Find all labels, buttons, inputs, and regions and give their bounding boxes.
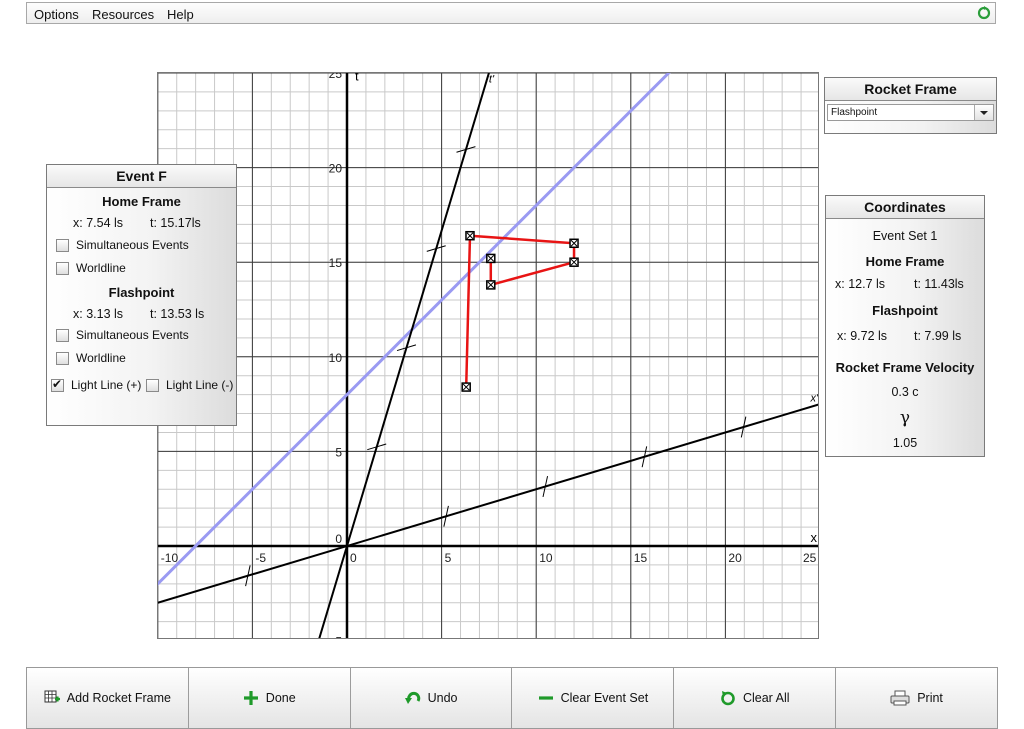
chevron-down-icon[interactable] [974,105,993,120]
t-tick-label: 15 [329,256,343,270]
t-tick-label: 0 [335,532,342,546]
x-tick-label: 25 [803,551,817,565]
done-button[interactable]: Done [188,668,351,728]
event-marker[interactable] [569,257,579,267]
x-tick-label: 10 [539,551,553,565]
x-tick-label: 15 [634,551,648,565]
checkbox-label: Light Line (+) [71,378,142,392]
home-worldline-checkbox[interactable]: Worldline [56,261,126,275]
rocket-frame-panel: Rocket Frame Flashpoint [824,77,997,134]
refresh-icon [721,691,735,706]
undo-button[interactable]: Undo [350,668,513,728]
t-tick-label: -5 [331,635,342,639]
t-tick-label: 25 [329,73,343,81]
coord-flash-x: x: 9.72 ls [837,329,888,343]
event-panel-title: Event F [47,165,236,188]
home-t-value: t: 15.17ls [150,216,201,230]
printer-icon [890,690,910,706]
coord-flash-heading: Flashpoint [872,303,938,318]
checkbox-box[interactable] [56,238,69,252]
print-button[interactable]: Print [836,668,997,728]
add-frame-icon [44,690,60,703]
event-marker[interactable] [569,238,579,249]
spacetime-diagram[interactable]: -10 -5 0 5 10 15 20 25 25 20 15 10 5 0 -5 x t x' t' [157,72,819,639]
checkbox-box[interactable] [56,328,69,342]
event-marker[interactable] [461,382,471,392]
menu-help[interactable]: Help [167,7,194,22]
light-line-minus-checkbox[interactable]: Light Line (-) [146,378,233,392]
event-set-label: Event Set 1 [872,229,938,243]
bottom-toolbar: Add Rocket Frame Done Undo Clear Event S… [26,667,998,729]
event-panel: Event F Home Frame x: 7.54 ls t: 15.17ls… [46,164,237,426]
checkbox-label: Worldline [76,261,126,275]
x-tick-label: 0 [350,551,357,565]
clear-all-button[interactable]: Clear All [674,668,837,728]
print-label: Print [917,691,943,705]
velocity-heading: Rocket Frame Velocity [835,360,975,375]
t-prime-axis-label: t' [489,73,495,85]
coord-home-x: x: 12.7 ls [835,277,886,291]
coord-flash-t: t: 7.99 ls [914,329,962,343]
undo-label: Undo [427,691,458,705]
event-marker[interactable] [486,280,496,290]
coordinates-title: Coordinates [826,196,984,219]
home-simultaneous-checkbox[interactable]: Simultaneous Events [56,238,189,252]
home-x-value: x: 7.54 ls [73,216,124,230]
clear-all-label: Clear All [742,691,790,705]
t-tick-label: 10 [329,351,343,365]
flash-t-value: t: 13.53 ls [150,307,205,321]
flashpoint-heading: Flashpoint [108,285,175,300]
x-tick-label: -5 [255,551,266,565]
x-prime-axis [158,403,818,604]
clear-event-set-label: Clear Event Set [560,691,649,705]
t-tick-label: 20 [329,162,343,176]
plus-icon [243,691,258,705]
checkbox-box[interactable] [56,261,69,275]
rocket-frame-title: Rocket Frame [825,78,996,101]
menu-bar: Options Resources Help [26,2,996,24]
undo-icon [404,691,420,704]
home-frame-heading: Home Frame [102,194,181,209]
add-rocket-frame-button[interactable]: Add Rocket Frame [27,668,189,728]
menu-resources[interactable]: Resources [92,7,154,22]
gamma-value: 1.05 [892,436,918,450]
t-axis-label: t [355,73,359,84]
checkbox-label: Light Line (-) [166,378,234,392]
velocity-value: 0.3 c [891,385,919,399]
x-tick-label: 20 [728,551,742,565]
x-prime-axis-label: x' [810,392,819,404]
minus-icon [538,696,553,700]
clear-event-set-button[interactable]: Clear Event Set [512,668,675,728]
coord-home-heading: Home Frame [865,254,945,269]
event-marker[interactable] [465,230,475,241]
x-axis-label: x [811,530,818,545]
done-label: Done [265,691,296,705]
add-rocket-frame-label: Add Rocket Frame [66,691,172,705]
checkbox-label: Worldline [76,351,126,365]
checkbox-box[interactable] [146,378,159,392]
coordinates-panel: Coordinates Event Set 1 Home Frame x: 12… [825,195,985,457]
checkbox-label: Simultaneous Events [76,238,189,252]
flash-x-value: x: 3.13 ls [73,307,124,321]
checkbox-box[interactable] [51,377,64,392]
flash-simultaneous-checkbox[interactable]: Simultaneous Events [56,328,189,342]
x-tick-label: -10 [161,551,179,565]
rocket-frame-selected: Flashpoint [831,107,878,118]
menu-options[interactable]: Options [34,7,79,22]
checkbox-box[interactable] [56,351,69,365]
event-marker[interactable] [486,253,496,264]
rocket-frame-select[interactable]: Flashpoint [827,104,994,121]
x-tick-label: 5 [445,551,452,565]
t-tick-label: 5 [335,445,342,459]
recycle-icon[interactable] [977,6,991,20]
flash-worldline-checkbox[interactable]: Worldline [56,351,126,365]
light-line-plus-checkbox[interactable]: Light Line (+) [51,377,142,392]
gamma-symbol: γ [899,408,911,428]
checkbox-label: Simultaneous Events [76,328,189,342]
coord-home-t: t: 11.43ls [914,277,964,291]
axis-tick-labels: -10 -5 0 5 10 15 20 25 25 20 15 10 5 0 -5 [161,73,817,639]
